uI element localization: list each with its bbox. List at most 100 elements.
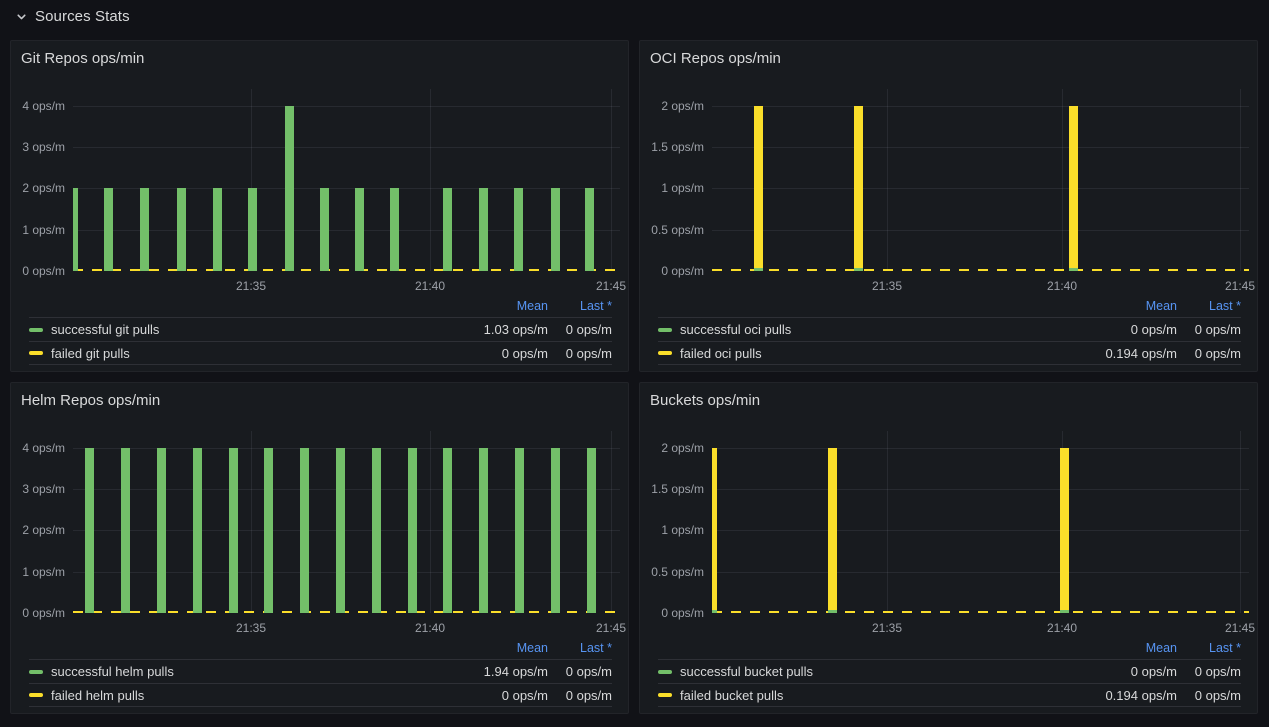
y-tick-label: 2 ops/m — [661, 441, 704, 455]
bar — [177, 188, 186, 271]
legend-header: Mean Last * — [658, 295, 1241, 317]
legend-mean-value: 0 ops/m — [1065, 322, 1177, 337]
bar — [193, 448, 202, 613]
bar — [300, 448, 309, 613]
chevron-down-icon[interactable] — [15, 10, 28, 23]
x-axis-labels: 21:3521:4021:45 — [73, 89, 620, 271]
legend-series-label[interactable]: successful git pulls — [51, 322, 436, 337]
legend: Mean Last * successful helm pulls 1.94 o… — [11, 635, 628, 707]
legend-row: failed git pulls 0 ops/m 0 ops/m — [29, 341, 612, 365]
x-tick-label: 21:45 — [1225, 621, 1255, 635]
y-tick-label: 1 ops/m — [22, 223, 65, 237]
bar — [372, 448, 381, 613]
y-tick-label: 1 ops/m — [22, 565, 65, 579]
legend-series-label[interactable]: failed git pulls — [51, 346, 436, 361]
plot-area: 21:3521:4021:45 — [712, 89, 1249, 271]
bar — [514, 188, 523, 271]
legend-header-mean[interactable]: Mean — [436, 641, 548, 655]
legend-series-marker[interactable] — [658, 351, 672, 355]
bar — [1069, 106, 1078, 271]
zero-line — [73, 269, 620, 271]
bar — [264, 448, 273, 613]
series-base-mark — [754, 268, 763, 271]
bar — [587, 448, 596, 613]
bar — [854, 106, 863, 271]
bar — [320, 188, 329, 271]
panel-title[interactable]: Git Repos ops/min — [11, 41, 628, 77]
legend-last-value: 0 ops/m — [1177, 664, 1241, 679]
panel-helm-repos: Helm Repos ops/min 4 ops/m3 ops/m2 ops/m… — [10, 382, 629, 714]
legend-series-marker[interactable] — [658, 328, 672, 332]
x-axis-labels: 21:3521:4021:45 — [73, 431, 620, 613]
legend-header-mean[interactable]: Mean — [1065, 299, 1177, 313]
x-tick-label: 21:35 — [236, 279, 266, 293]
legend-last-value: 0 ops/m — [1177, 322, 1241, 337]
legend-series-marker[interactable] — [658, 670, 672, 674]
x-tick-label: 21:40 — [1047, 279, 1077, 293]
legend-series-marker[interactable] — [29, 693, 43, 697]
panel-buckets: Buckets ops/min 2 ops/m1.5 ops/m1 ops/m0… — [639, 382, 1258, 714]
zero-line — [712, 269, 1249, 271]
x-axis-labels: 21:3521:4021:45 — [712, 431, 1249, 613]
legend-series-label[interactable]: successful helm pulls — [51, 664, 436, 679]
zero-line — [73, 611, 620, 613]
legend-header-last[interactable]: Last * — [548, 641, 612, 655]
legend-header-mean[interactable]: Mean — [1065, 641, 1177, 655]
y-tick-label: 1.5 ops/m — [651, 140, 704, 154]
legend-mean-value: 0.194 ops/m — [1065, 346, 1177, 361]
legend-header-last[interactable]: Last * — [548, 299, 612, 313]
bar — [85, 448, 94, 613]
bar — [408, 448, 417, 613]
series-base-mark — [854, 268, 863, 271]
legend-series-marker[interactable] — [29, 670, 43, 674]
bar — [104, 188, 113, 271]
plot-area: 21:3521:4021:45 — [73, 89, 620, 271]
legend-row: successful oci pulls 0 ops/m 0 ops/m — [658, 317, 1241, 341]
plot-area: 21:3521:4021:45 — [73, 431, 620, 613]
legend-header-last[interactable]: Last * — [1177, 641, 1241, 655]
y-tick-label: 1.5 ops/m — [651, 482, 704, 496]
legend-header: Mean Last * — [29, 295, 612, 317]
legend: Mean Last * successful bucket pulls 0 op… — [640, 635, 1257, 707]
bar — [585, 188, 594, 271]
bar — [157, 448, 166, 613]
time-series-chart: 4 ops/m3 ops/m2 ops/m1 ops/m0 ops/m 21:3… — [11, 419, 628, 635]
y-tick-label: 4 ops/m — [22, 99, 65, 113]
plot-area: 21:3521:4021:45 — [712, 431, 1249, 613]
y-tick-label: 4 ops/m — [22, 441, 65, 455]
x-tick-label: 21:45 — [596, 279, 626, 293]
y-tick-label: 1 ops/m — [661, 181, 704, 195]
x-tick-label: 21:40 — [1047, 621, 1077, 635]
bar — [285, 106, 294, 271]
time-series-chart: 4 ops/m3 ops/m2 ops/m1 ops/m0 ops/m 21:3… — [11, 77, 628, 293]
legend-series-marker[interactable] — [658, 693, 672, 697]
x-axis-labels: 21:3521:4021:45 — [712, 89, 1249, 271]
x-tick-label: 21:45 — [1225, 279, 1255, 293]
legend-header-mean[interactable]: Mean — [436, 299, 548, 313]
y-axis: 4 ops/m3 ops/m2 ops/m1 ops/m0 ops/m — [11, 89, 65, 271]
legend-mean-value: 0 ops/m — [1065, 664, 1177, 679]
legend-series-marker[interactable] — [29, 351, 43, 355]
panel-oci-repos: OCI Repos ops/min 2 ops/m1.5 ops/m1 ops/… — [639, 40, 1258, 372]
legend-series-label[interactable]: failed oci pulls — [680, 346, 1065, 361]
legend-series-marker[interactable] — [29, 328, 43, 332]
panel-title[interactable]: OCI Repos ops/min — [640, 41, 1257, 77]
y-tick-label: 3 ops/m — [22, 140, 65, 154]
legend-series-label[interactable]: successful oci pulls — [680, 322, 1065, 337]
legend-row: successful git pulls 1.03 ops/m 0 ops/m — [29, 317, 612, 341]
legend-series-label[interactable]: successful bucket pulls — [680, 664, 1065, 679]
bar — [443, 188, 452, 271]
bar — [515, 448, 524, 613]
y-axis: 2 ops/m1.5 ops/m1 ops/m0.5 ops/m0 ops/m — [640, 431, 704, 613]
legend-row: failed bucket pulls 0.194 ops/m 0 ops/m — [658, 683, 1241, 707]
panel-title[interactable]: Helm Repos ops/min — [11, 383, 628, 419]
row-header-sources-stats[interactable]: Sources Stats — [0, 0, 1269, 32]
legend-series-label[interactable]: failed helm pulls — [51, 688, 436, 703]
legend-header-last[interactable]: Last * — [1177, 299, 1241, 313]
legend-header: Mean Last * — [29, 637, 612, 659]
legend-mean-value: 0 ops/m — [436, 688, 548, 703]
bar — [551, 188, 560, 271]
panel-title[interactable]: Buckets ops/min — [640, 383, 1257, 419]
legend-series-label[interactable]: failed bucket pulls — [680, 688, 1065, 703]
y-axis: 4 ops/m3 ops/m2 ops/m1 ops/m0 ops/m — [11, 431, 65, 613]
